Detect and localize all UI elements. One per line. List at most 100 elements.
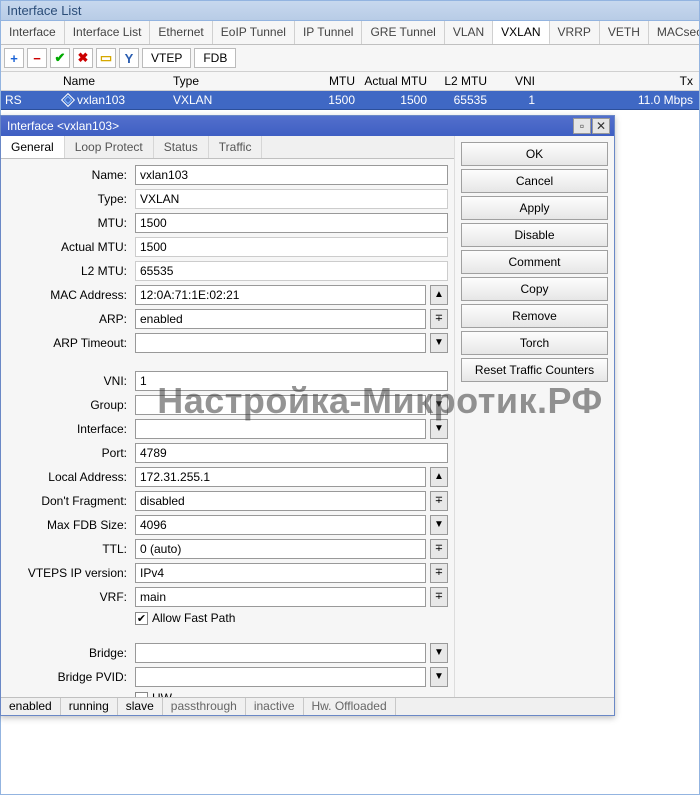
comment-button[interactable]: Comment xyxy=(461,250,608,274)
l2mtu-input xyxy=(135,261,448,281)
remove-icon[interactable]: − xyxy=(27,48,47,68)
apply-button[interactable]: Apply xyxy=(461,196,608,220)
grid-header-type[interactable]: Type xyxy=(169,72,299,90)
iface-drop-icon[interactable]: ▼ xyxy=(430,419,448,439)
vtepv-label: VTEPS IP version: xyxy=(7,566,131,580)
mac-up-icon[interactable]: ▲ xyxy=(430,285,448,305)
dialog-titlebar[interactable]: Interface <vxlan103> ▫ ✕ xyxy=(1,116,614,136)
comment-icon[interactable]: ▭ xyxy=(96,48,116,68)
vni-input[interactable] xyxy=(135,371,448,391)
type-label: Type: xyxy=(7,192,131,206)
arp-input[interactable] xyxy=(135,309,426,329)
bpvid-label: Bridge PVID: xyxy=(7,670,131,684)
dialog-tab-status[interactable]: Status xyxy=(154,136,209,158)
row-name: vxlan103 xyxy=(59,91,169,109)
mfdb-drop-icon[interactable]: ▼ xyxy=(430,515,448,535)
status-slave: slave xyxy=(118,698,163,715)
tab-veth[interactable]: VETH xyxy=(600,21,649,44)
vni-label: VNI: xyxy=(7,374,131,388)
port-input[interactable] xyxy=(135,443,448,463)
arpto-input[interactable] xyxy=(135,333,426,353)
dfrag-input[interactable] xyxy=(135,491,426,511)
grid-header-vni[interactable]: VNI xyxy=(491,72,539,90)
reset-traffic-counters-button[interactable]: Reset Traffic Counters xyxy=(461,358,608,382)
afp-label: Allow Fast Path xyxy=(152,611,235,625)
grid-header-l2mtu[interactable]: L2 MTU xyxy=(431,72,491,90)
disable-icon[interactable]: ✖ xyxy=(73,48,93,68)
window-titlebar: Interface List xyxy=(1,1,699,21)
mfdb-input[interactable] xyxy=(135,515,426,535)
status-enabled: enabled xyxy=(1,698,61,715)
grid-header-mtu[interactable]: MTU xyxy=(299,72,359,90)
group-drop-icon[interactable]: ▼ xyxy=(430,395,448,415)
tab-macsec[interactable]: MACsec xyxy=(649,21,699,44)
interface-dialog: Interface <vxlan103> ▫ ✕ GeneralLoop Pro… xyxy=(0,115,615,716)
grid-header-tx[interactable]: Tx xyxy=(539,72,699,90)
tab-vrrp[interactable]: VRRP xyxy=(550,21,600,44)
grid-header-actual-mtu[interactable]: Actual MTU xyxy=(359,72,431,90)
ttl-drop-icon[interactable]: ∓ xyxy=(430,539,448,559)
arp-label: ARP: xyxy=(7,312,131,326)
interface-icon xyxy=(61,93,75,107)
amtu-input xyxy=(135,237,448,257)
restore-icon[interactable]: ▫ xyxy=(573,118,591,134)
grid-row[interactable]: RS vxlan103 VXLAN 1500 1500 65535 1 11.0… xyxy=(1,91,699,110)
tab-gre-tunnel[interactable]: GRE Tunnel xyxy=(362,21,444,44)
bpvid-input[interactable] xyxy=(135,667,426,687)
tab-interface[interactable]: Interface xyxy=(1,21,65,44)
arp-drop-icon[interactable]: ∓ xyxy=(430,309,448,329)
fdb-button[interactable]: FDB xyxy=(194,48,236,68)
tab-ethernet[interactable]: Ethernet xyxy=(150,21,212,44)
grid-header-flag[interactable] xyxy=(1,72,59,90)
group-input[interactable] xyxy=(135,395,426,415)
vtepv-input[interactable] xyxy=(135,563,426,583)
tab-eoip-tunnel[interactable]: EoIP Tunnel xyxy=(213,21,295,44)
dialog-tab-loop-protect[interactable]: Loop Protect xyxy=(65,136,154,158)
ttl-input[interactable] xyxy=(135,539,426,559)
tab-ip-tunnel[interactable]: IP Tunnel xyxy=(295,21,362,44)
laddr-input[interactable] xyxy=(135,467,426,487)
laddr-label: Local Address: xyxy=(7,470,131,484)
dialog-buttons: OK Cancel Apply Disable Comment Copy Remove Tor… xyxy=(454,136,614,715)
laddr-up-icon[interactable]: ▲ xyxy=(430,467,448,487)
type-input xyxy=(135,189,448,209)
arpto-label: ARP Timeout: xyxy=(7,336,131,350)
afp-checkbox[interactable]: ✔ xyxy=(135,612,148,625)
vtepv-drop-icon[interactable]: ∓ xyxy=(430,563,448,583)
grid-header-name[interactable]: Name xyxy=(59,72,169,90)
tab-vlan[interactable]: VLAN xyxy=(445,21,493,44)
vrf-drop-icon[interactable]: ∓ xyxy=(430,587,448,607)
mtu-input[interactable] xyxy=(135,213,448,233)
copy-button[interactable]: Copy xyxy=(461,277,608,301)
disable-button[interactable]: Disable xyxy=(461,223,608,247)
enable-icon[interactable]: ✔ xyxy=(50,48,70,68)
row-vni: 1 xyxy=(491,91,539,109)
tab-interface-list[interactable]: Interface List xyxy=(65,21,151,44)
vrf-input[interactable] xyxy=(135,587,426,607)
torch-button[interactable]: Torch xyxy=(461,331,608,355)
ttl-label: TTL: xyxy=(7,542,131,556)
dialog-statusbar: enabledrunningslavepassthroughinactiveHw… xyxy=(1,697,614,715)
row-l2mtu: 65535 xyxy=(431,91,491,109)
tab-vxlan[interactable]: VXLAN xyxy=(493,21,549,45)
cancel-button[interactable]: Cancel xyxy=(461,169,608,193)
arpto-drop-icon[interactable]: ▼ xyxy=(430,333,448,353)
name-input[interactable] xyxy=(135,165,448,185)
add-icon[interactable]: + xyxy=(4,48,24,68)
mtu-label: MTU: xyxy=(7,216,131,230)
dfrag-drop-icon[interactable]: ∓ xyxy=(430,491,448,511)
remove-button[interactable]: Remove xyxy=(461,304,608,328)
bpvid-drop-icon[interactable]: ▼ xyxy=(430,667,448,687)
bridge-input[interactable] xyxy=(135,643,426,663)
vtep-button[interactable]: VTEP xyxy=(142,48,191,68)
port-label: Port: xyxy=(7,446,131,460)
dialog-tab-general[interactable]: General xyxy=(1,136,65,158)
ok-button[interactable]: OK xyxy=(461,142,608,166)
iface-input[interactable] xyxy=(135,419,426,439)
close-icon[interactable]: ✕ xyxy=(592,118,610,134)
mac-input[interactable] xyxy=(135,285,426,305)
dialog-tab-traffic[interactable]: Traffic xyxy=(209,136,263,158)
filter-icon[interactable]: Y xyxy=(119,48,139,68)
bridge-drop-icon[interactable]: ▼ xyxy=(430,643,448,663)
toolbar: + − ✔ ✖ ▭ Y VTEP FDB xyxy=(1,45,699,72)
